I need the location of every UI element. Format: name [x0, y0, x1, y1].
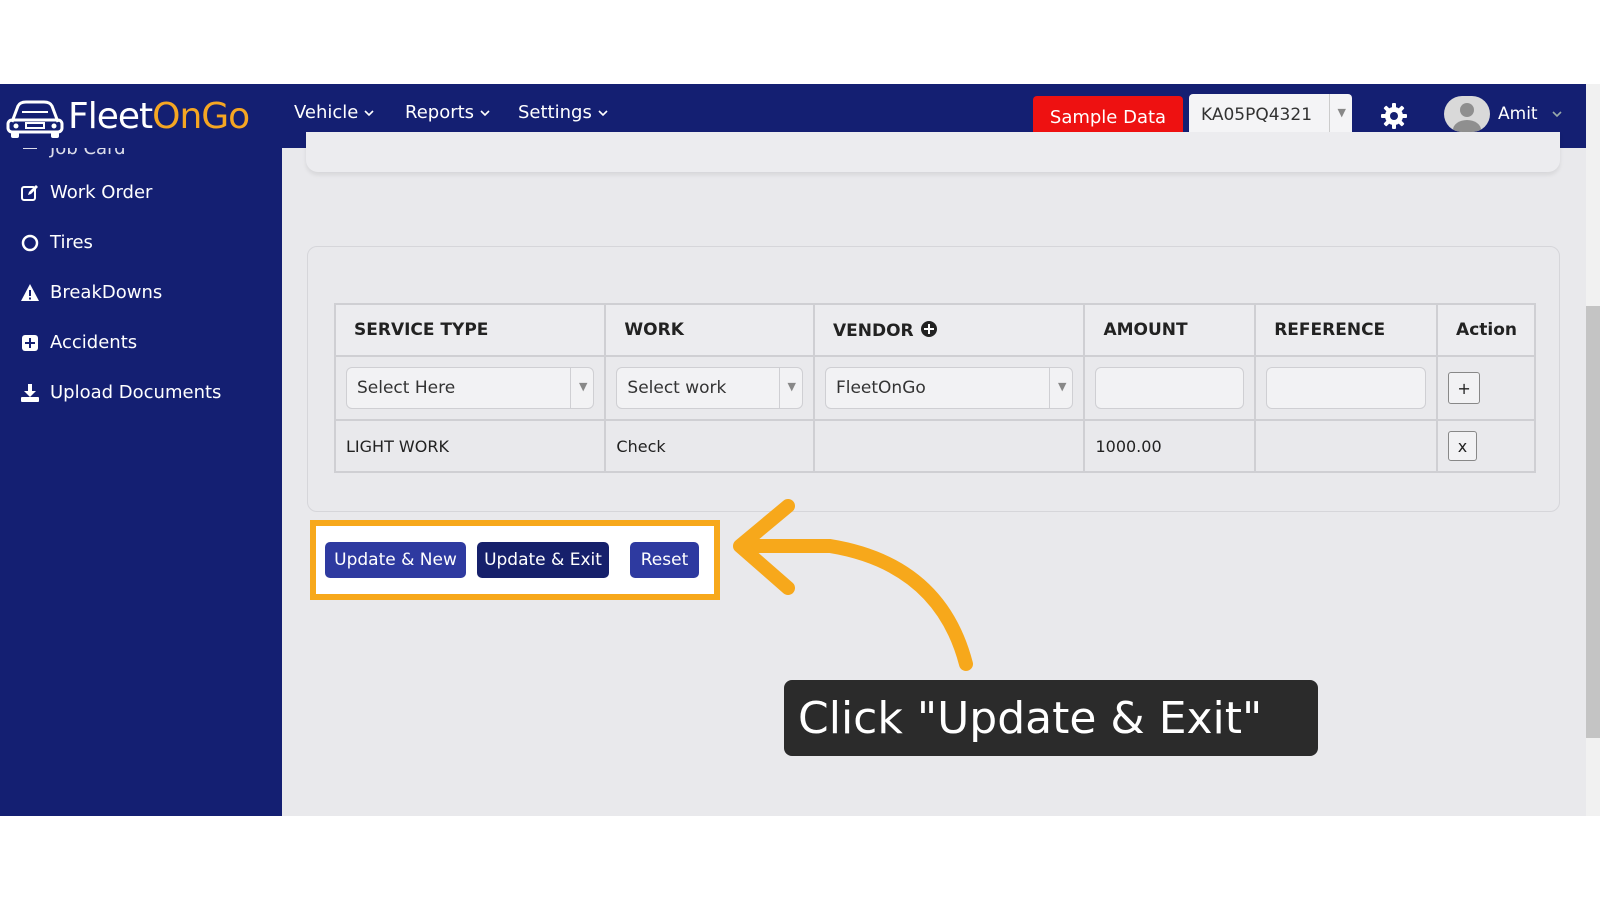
- header-vendor-label: VENDOR: [832, 320, 914, 341]
- list-icon: [23, 148, 37, 149]
- sidebar-item-tires[interactable]: Tires: [20, 232, 93, 253]
- upper-card: [306, 132, 1560, 172]
- nav-reports-label: Reports: [405, 102, 475, 123]
- scrollbar-thumb[interactable]: [1586, 306, 1600, 738]
- download-icon: [21, 383, 39, 402]
- chevron-down-icon: [598, 109, 608, 116]
- table-header-row: SERVICE TYPE WORK VENDOR AMOUNT REFERENC…: [333, 303, 1536, 357]
- car-logo-icon: [6, 100, 64, 138]
- dropdown-arrow-icon: ▼: [1337, 106, 1346, 119]
- header-work: WORK: [604, 303, 815, 357]
- sidebar-item-accidents[interactable]: Accidents: [20, 332, 137, 353]
- header-service-type: SERVICE TYPE: [333, 303, 607, 357]
- service-card: SERVICE TYPE WORK VENDOR AMOUNT REFERENC…: [307, 246, 1560, 512]
- user-menu[interactable]: Amit: [1444, 96, 1562, 132]
- nav-vehicle[interactable]: Vehicle: [294, 102, 374, 123]
- select-divider: [1049, 368, 1051, 408]
- chevron-down-icon: [480, 109, 490, 116]
- vehicle-select[interactable]: KA05PQ4321 ▼: [1189, 94, 1352, 136]
- cell-amount: 1000.00: [1083, 419, 1257, 473]
- cell-remove-action: x: [1436, 419, 1536, 473]
- add-vendor-icon[interactable]: [920, 320, 938, 338]
- work-value: Select work: [627, 378, 727, 398]
- update-exit-button[interactable]: Update & Exit: [477, 542, 609, 578]
- nav-vehicle-label: Vehicle: [294, 102, 359, 123]
- gear-icon[interactable]: [1380, 102, 1408, 130]
- header-action: Action: [1436, 303, 1536, 357]
- cell-service-type: LIGHT WORK: [333, 419, 607, 473]
- select-divider: [1329, 94, 1330, 136]
- header-vendor: VENDOR: [812, 303, 1086, 357]
- sidebar-item-label: Upload Documents: [50, 382, 222, 403]
- add-row-button[interactable]: +: [1448, 372, 1481, 404]
- logo[interactable]: FleetOnGo: [4, 92, 250, 140]
- service-table: SERVICE TYPE WORK VENDOR AMOUNT REFERENC…: [333, 303, 1536, 473]
- vendor-select[interactable]: FleetOnGo ▼: [824, 367, 1074, 409]
- sidebar-item-upload-documents[interactable]: Upload Documents: [20, 382, 221, 403]
- sidebar-item-label: Tires: [50, 232, 93, 253]
- circle-icon: [21, 234, 39, 251]
- cell-add-action: +: [1436, 355, 1536, 421]
- user-avatar-icon: [1453, 103, 1481, 132]
- dropdown-arrow-icon: ▼: [1057, 380, 1067, 393]
- sidebar: Job Card Work Order Tires BreakDowns Acc…: [0, 148, 282, 816]
- service-type-value: Select Here: [357, 378, 456, 398]
- table-row: LIGHT WORK Check 1000.00 x: [333, 419, 1536, 473]
- curved-arrow-icon: [733, 499, 973, 671]
- reference-input[interactable]: [1266, 367, 1427, 409]
- sidebar-item-label: BreakDowns: [50, 282, 163, 303]
- header-amount: AMOUNT: [1083, 303, 1257, 357]
- remove-row-button[interactable]: x: [1448, 431, 1478, 461]
- chevron-down-icon: [1552, 111, 1562, 118]
- dropdown-arrow-icon: ▼: [578, 380, 588, 393]
- amount-input[interactable]: [1095, 367, 1245, 409]
- cell-work-input: Select work ▼: [604, 355, 815, 421]
- dropdown-arrow-icon: ▼: [787, 380, 796, 393]
- plus-square-icon: [22, 334, 38, 351]
- table-input-row: Select Here ▼ Select work ▼ FleetOnGo ▼ …: [333, 355, 1536, 421]
- sidebar-item-breakdowns[interactable]: BreakDowns: [20, 282, 162, 303]
- reset-button[interactable]: Reset: [630, 542, 699, 578]
- update-new-button[interactable]: Update & New: [325, 542, 466, 578]
- sidebar-item-job-card[interactable]: Job Card: [20, 148, 126, 159]
- vehicle-select-value: KA05PQ4321: [1201, 105, 1313, 125]
- sidebar-item-label: Accidents: [50, 332, 138, 353]
- avatar: [1444, 96, 1490, 132]
- chevron-down-icon: [364, 109, 374, 116]
- sidebar-item-label: Work Order: [50, 182, 153, 203]
- nav-settings-label: Settings: [518, 102, 592, 123]
- nav-settings[interactable]: Settings: [518, 102, 608, 123]
- service-type-select[interactable]: Select Here ▼: [346, 367, 595, 409]
- cell-reference: [1254, 419, 1439, 473]
- select-divider: [570, 368, 572, 408]
- cell-amount-input: [1083, 355, 1257, 421]
- vendor-value: FleetOnGo: [835, 378, 926, 398]
- header-reference: REFERENCE: [1254, 303, 1439, 357]
- cell-reference-input: [1254, 355, 1439, 421]
- cell-work: Check: [604, 419, 815, 473]
- user-name: Amit: [1498, 104, 1538, 124]
- brand-name: FleetOnGo: [68, 95, 250, 137]
- nav-reports[interactable]: Reports: [405, 102, 490, 123]
- work-select[interactable]: Select work ▼: [616, 367, 803, 409]
- warning-icon: [21, 283, 39, 301]
- app-frame: FleetOnGo Vehicle Reports Settings Sampl…: [0, 84, 1586, 816]
- sidebar-item-work-order[interactable]: Work Order: [20, 182, 152, 203]
- edit-icon: [21, 184, 38, 201]
- cell-service-type-input: Select Here ▼: [333, 355, 607, 421]
- cell-vendor: [812, 419, 1086, 473]
- select-divider: [778, 368, 780, 408]
- cell-vendor-input: FleetOnGo ▼: [812, 355, 1086, 421]
- instruction-callout: Click "Update & Exit": [784, 680, 1318, 756]
- sidebar-item-label: Job Card: [50, 148, 126, 159]
